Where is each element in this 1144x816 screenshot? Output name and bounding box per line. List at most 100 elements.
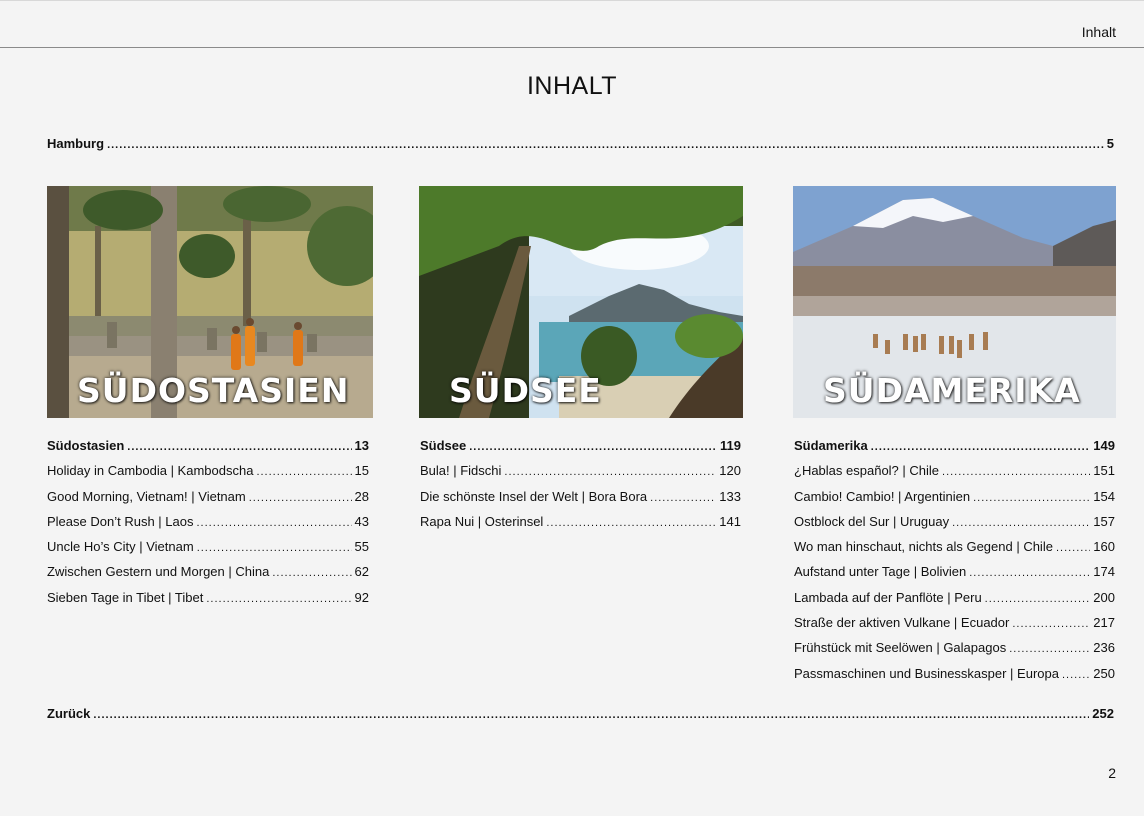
toc-section-heading[interactable]: Südostasien 13 (47, 437, 369, 462)
toc-section-heading[interactable]: Südsee 119 (420, 437, 741, 462)
toc-entry-page: 141 (719, 513, 741, 529)
toc-section-heading[interactable]: Südamerika 149 (794, 437, 1115, 462)
photo-suedostasien[interactable]: SÜDOSTASIEN (47, 186, 373, 418)
toc-entry-page: 236 (1093, 640, 1115, 656)
toc-entry[interactable]: Frühstück mit Seelöwen | Galapagos 236 (794, 639, 1115, 664)
toc-entry-label: Frühstück mit Seelöwen | Galapagos (794, 640, 1007, 656)
page-number: 2 (1108, 765, 1116, 781)
region-caption: SÜDAMERIKA (823, 371, 1081, 410)
header-rule (0, 47, 1144, 48)
dot-leader (196, 514, 351, 532)
dot-leader (650, 489, 716, 507)
dot-leader (1009, 640, 1090, 658)
toc-entry-label: Cambio! Cambio! | Argentinien (794, 488, 971, 504)
toc-entry-label: Hamburg (47, 136, 105, 151)
dot-leader (504, 463, 716, 481)
toc-entry-label: Südostasien (47, 438, 125, 453)
toc-entry[interactable]: Rapa Nui | Osterinsel 141 (420, 513, 741, 538)
toc-entry-page: 62 (354, 564, 369, 580)
toc-entry[interactable]: Passmaschinen und Businesskasper | Europ… (794, 665, 1115, 690)
toc-entry-label: Holiday in Cambodia | Kambodscha (47, 463, 254, 479)
toc-entry-page: 252 (1092, 706, 1114, 721)
dot-leader (93, 709, 1089, 721)
toc-entry[interactable]: Bula! | Fidschi 120 (420, 462, 741, 487)
toc-entry-page: 119 (720, 438, 741, 453)
dot-leader (546, 514, 716, 532)
dot-leader (1062, 666, 1090, 684)
toc-entry-page: 120 (719, 463, 741, 479)
toc-entry[interactable]: Straße der aktiven Vulkane | Ecuador 217 (794, 614, 1115, 639)
toc-entry[interactable]: Good Morning, Vietnam! | Vietnam 28 (47, 488, 369, 513)
toc-entry-label: Uncle Ho’s City | Vietnam (47, 539, 194, 555)
toc-column-suedostasien: Südostasien 13 Holiday in Cambodia | Kam… (47, 437, 369, 614)
photo-suedamerika[interactable]: SÜDAMERIKA (793, 186, 1116, 418)
toc-entry-label: Zurück (47, 706, 91, 721)
dot-leader (1012, 615, 1090, 633)
photo-suedsee[interactable]: SÜDSEE (419, 186, 743, 418)
toc-entry[interactable]: Zwischen Gestern und Morgen | China 62 (47, 563, 369, 588)
toc-entry-page: 43 (354, 513, 369, 529)
toc-entry[interactable]: Sieben Tage in Tibet | Tibet 92 (47, 589, 369, 614)
toc-entry-label: Wo man hinschaut, nichts als Gegend | Ch… (794, 539, 1053, 555)
toc-entry-page: 133 (719, 488, 741, 504)
toc-entry[interactable]: Holiday in Cambodia | Kambodscha 15 (47, 462, 369, 487)
dot-leader (973, 489, 1090, 507)
dot-leader (969, 564, 1090, 582)
toc-entry[interactable]: Lambada auf der Panflöte | Peru 200 (794, 589, 1115, 614)
toc-entry-label: Passmaschinen und Businesskasper | Europ… (794, 665, 1059, 681)
dot-leader (871, 438, 1091, 456)
toc-entry-page: 154 (1093, 488, 1115, 504)
toc-entry[interactable]: Wo man hinschaut, nichts als Gegend | Ch… (794, 538, 1115, 563)
toc-entry[interactable]: ¿Hablas español? | Chile 151 (794, 462, 1115, 487)
toc-entry[interactable]: Cambio! Cambio! | Argentinien 154 (794, 488, 1115, 513)
dot-leader (942, 463, 1090, 481)
toc-column-suedsee: Südsee 119 Bula! | Fidschi 120 Die schön… (420, 437, 741, 538)
dot-leader (127, 438, 351, 456)
dot-leader (107, 139, 1104, 151)
region-caption: SÜDOSTASIEN (77, 371, 350, 410)
toc-entry-page: 151 (1093, 463, 1115, 479)
toc-entry-page: 5 (1106, 136, 1114, 151)
toc-entry-page: 174 (1093, 564, 1115, 580)
toc-entry-zurueck[interactable]: Zurück 252 (47, 706, 1114, 721)
toc-entry-page: 160 (1093, 539, 1115, 555)
dot-leader (272, 564, 351, 582)
toc-entry-page: 28 (354, 488, 369, 504)
toc-entry[interactable]: Ostblock del Sur | Uruguay 157 (794, 513, 1115, 538)
toc-entry[interactable]: Die schönste Insel der Welt | Bora Bora … (420, 488, 741, 513)
toc-entry-label: Ostblock del Sur | Uruguay (794, 513, 950, 529)
dot-leader (206, 590, 351, 608)
dot-leader (952, 514, 1090, 532)
dot-leader (985, 590, 1091, 608)
toc-entry-label: Aufstand unter Tage | Bolivien (794, 564, 967, 580)
toc-entry-page: 13 (354, 438, 369, 453)
toc-entry-label: Sieben Tage in Tibet | Tibet (47, 589, 204, 605)
toc-entry[interactable]: Aufstand unter Tage | Bolivien 174 (794, 563, 1115, 588)
toc-column-suedamerika: Südamerika 149 ¿Hablas español? | Chile … (794, 437, 1115, 690)
dot-leader (1056, 539, 1090, 557)
toc-entry-label: Lambada auf der Panflöte | Peru (794, 589, 982, 605)
dot-leader (469, 438, 717, 456)
toc-entry-label: Zwischen Gestern und Morgen | China (47, 564, 270, 580)
running-header: Inhalt (1081, 24, 1116, 40)
toc-entry-page: 15 (354, 463, 369, 479)
toc-entry-page: 217 (1093, 615, 1115, 631)
toc-entry-page: 157 (1093, 513, 1115, 529)
dot-leader (256, 463, 351, 481)
page-title: INHALT (526, 72, 618, 100)
toc-entry-page: 250 (1093, 665, 1115, 681)
toc-entry[interactable]: Uncle Ho’s City | Vietnam 55 (47, 538, 369, 563)
top-border (0, 0, 1144, 1)
toc-entry-label: Please Don’t Rush | Laos (47, 513, 194, 529)
toc-entry-label: Rapa Nui | Osterinsel (420, 513, 544, 529)
toc-entry-label: ¿Hablas español? | Chile (794, 463, 940, 479)
toc-entry-label: Südamerika (794, 438, 868, 453)
toc-entry-page: 92 (354, 589, 369, 605)
toc-entry[interactable]: Please Don’t Rush | Laos 43 (47, 513, 369, 538)
toc-entry-hamburg[interactable]: Hamburg 5 (47, 136, 1114, 151)
dot-leader (197, 539, 352, 557)
region-caption: SÜDSEE (449, 371, 602, 410)
toc-entry-label: Südsee (420, 438, 467, 453)
toc-entry-label: Bula! | Fidschi (420, 463, 502, 479)
toc-entry-page: 200 (1093, 589, 1115, 605)
